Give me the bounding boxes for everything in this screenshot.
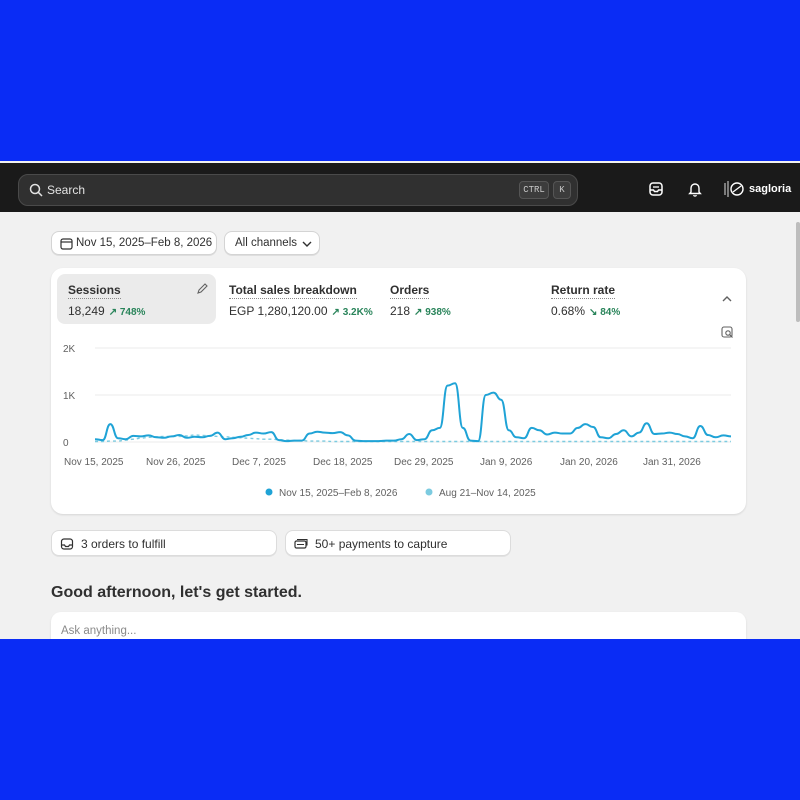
inbox-icon [60,538,74,550]
shortcut-ctrl: CTRL [519,181,549,199]
sessions-chart: 2K 1K 0 Nov 15, 2025 Nov 26, 2025 Dec 7, 2025… [63,344,732,499]
channel-filter[interactable]: All channels [224,231,320,255]
calendar-icon [60,238,73,250]
metric-change: ↗ 938% [414,307,451,318]
legend-swatch [425,488,433,496]
bell-icon[interactable] [686,180,704,198]
analytics-card: Sessions 18,249 ↗ 748% Total sales breakd… [51,268,746,514]
x-tick-label: Jan 9, 2026 [480,457,533,468]
legend-label: Aug 21–Nov 14, 2025 [439,488,536,499]
chevron-down-icon [302,241,312,247]
x-tick-label: Dec 29, 2025 [394,457,454,468]
metric-value: 18,249 ↗ 748% [68,304,146,318]
metric-label: Total sales breakdown [229,283,357,299]
money-icon [294,538,308,549]
metric-value: 218 ↗ 938% [390,304,451,318]
channel-label: All channels [235,237,298,249]
metric-value: EGP 1,280,120.00 ↗ 3.2K% [229,304,373,318]
edit-icon[interactable] [196,282,209,295]
shortcut-k: K [553,181,571,199]
x-tick-label: Nov 15, 2025 [64,457,124,468]
inbox-icon[interactable] [647,180,665,198]
search-placeholder: Search [47,183,86,197]
y-tick-label: 0 [63,438,69,449]
scrollbar[interactable] [796,222,800,322]
store-logo [724,181,744,197]
metric-sales[interactable]: Total sales breakdown EGP 1,280,120.00 ↗ … [218,274,377,324]
admin-screen: Search CTRL K sagloria Nov 15, 2025–Feb … [0,161,800,639]
legend-swatch [265,488,273,496]
ask-input[interactable]: Ask anything... [51,612,746,639]
task-label: 3 orders to fulfill [81,537,166,551]
metric-change: ↗ 748% [108,307,146,318]
task-label: 50+ payments to capture [315,537,448,551]
metric-label: Orders [390,283,430,299]
orders-to-fulfill-button[interactable]: 3 orders to fulfill [51,530,277,556]
y-tick-label: 1K [63,391,76,402]
store-name: sagloria [749,183,792,195]
metric-change: ↗ 3.2K% [331,307,373,318]
payments-to-capture-button[interactable]: 50+ payments to capture [285,530,511,556]
search-bar[interactable]: Search CTRL K [18,174,578,206]
x-tick-label: Dec 18, 2025 [313,457,373,468]
series-line [94,382,732,443]
greeting-heading: Good afternoon, let's get started. [51,584,302,601]
top-bar: Search CTRL K sagloria [0,161,800,212]
search-icon [29,183,43,197]
x-tick-label: Dec 7, 2025 [232,457,286,468]
legend-label: Nov 15, 2025–Feb 8, 2026 [279,488,398,499]
metric-change: ↘ 84% [589,307,621,318]
metric-label: Return rate [551,283,616,299]
x-tick-label: Nov 26, 2025 [146,457,206,468]
metric-sessions[interactable]: Sessions 18,249 ↗ 748% [57,274,216,324]
ask-placeholder: Ask anything... [61,625,137,637]
y-tick-label: 2K [63,344,76,355]
metric-orders[interactable]: Orders 218 ↗ 938% [379,274,538,324]
metric-value: 0.68% ↘ 84% [551,304,621,318]
metric-label: Sessions [68,283,121,299]
x-tick-label: Jan 20, 2026 [560,457,618,468]
date-range-picker[interactable]: Nov 15, 2025–Feb 8, 2026 [51,231,217,255]
metric-return-rate[interactable]: Return rate 0.68% ↘ 84% [540,274,699,324]
collapse-chevron-icon[interactable] [721,294,733,304]
x-tick-label: Jan 31, 2026 [643,457,701,468]
date-range-label: Nov 15, 2025–Feb 8, 2026 [76,237,213,249]
